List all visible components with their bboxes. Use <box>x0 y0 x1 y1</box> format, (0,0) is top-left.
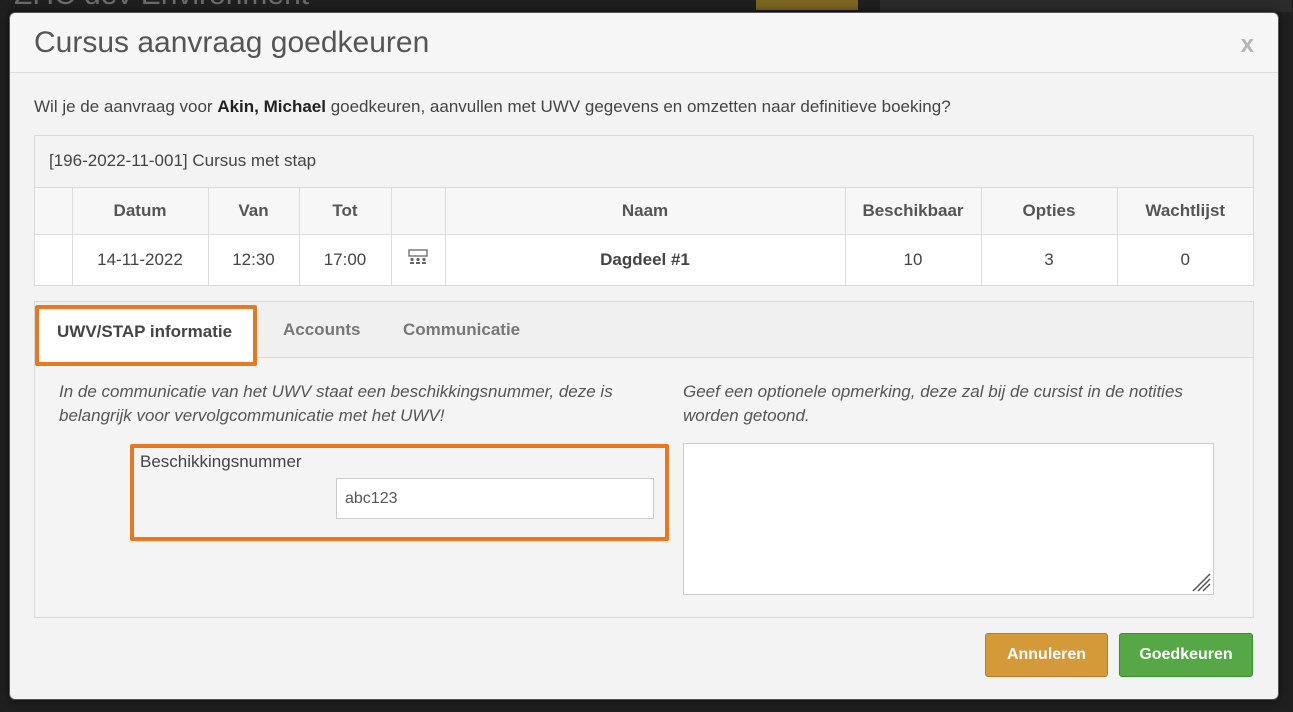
background-badge <box>756 0 858 10</box>
cell-wachtlijst: 0 <box>1117 234 1253 285</box>
column-header-tot: Tot <box>299 188 392 235</box>
remark-textarea[interactable] <box>683 443 1214 595</box>
column-header-van: Van <box>208 188 300 235</box>
cell-naam: Dagdeel #1 <box>445 234 846 285</box>
beschikkingsnummer-label: Beschikkingsnummer <box>140 452 302 471</box>
column-header-datum: Datum <box>72 188 209 235</box>
approve-button[interactable]: Goedkeuren <box>1119 633 1253 677</box>
approve-course-dialog: Cursus aanvraag goedkeuren x Wil je de a… <box>9 12 1279 700</box>
beschikkingsnummer-input[interactable] <box>336 478 654 519</box>
cell-opties: 3 <box>981 234 1118 285</box>
dialog-header: Cursus aanvraag goedkeuren x <box>10 13 1278 73</box>
table-row: 14-11-2022 12:30 17:00 Dagdeel #1 10 3 0 <box>35 234 1253 285</box>
column-header-wachtlijst: Wachtlijst <box>1117 188 1253 235</box>
intro-text-after: goedkeuren, aanvullen met UWV gegevens e… <box>325 97 951 116</box>
sessions-table: Datum Van Tot Naam Beschikbaar Opties Wa… <box>35 188 1253 285</box>
column-header-beschikbaar: Beschikbaar <box>845 188 982 235</box>
table-header-row: Datum Van Tot Naam Beschikbaar Opties Wa… <box>35 188 1253 235</box>
background-app-title: ZHC dev Environment <box>14 0 309 12</box>
tab-communicatie[interactable]: Communicatie <box>403 302 520 358</box>
dialog-title: Cursus aanvraag goedkeuren <box>34 26 430 59</box>
student-name: Akin, Michael <box>217 97 326 116</box>
row-select-cell <box>35 234 73 285</box>
intro-text-before: Wil je de aanvraag voor <box>34 97 218 116</box>
cell-tot: 17:00 <box>299 234 392 285</box>
cell-beschikbaar: 10 <box>845 234 982 285</box>
background-header-bar <box>880 0 1292 12</box>
cell-van: 12:30 <box>208 234 300 285</box>
classroom-icon <box>407 249 429 268</box>
cancel-button[interactable]: Annuleren <box>985 633 1108 677</box>
cell-datum: 14-11-2022 <box>72 234 209 285</box>
column-header <box>35 188 73 235</box>
column-header <box>391 188 446 235</box>
beschikkingsnummer-group: Beschikkingsnummer <box>130 444 669 541</box>
course-heading: [196-2022-11-001] Cursus met stap <box>35 136 1253 188</box>
course-panel: [196-2022-11-001] Cursus met stap Datum … <box>34 135 1254 286</box>
uwv-info-text: In de communicatie van het UWV staat een… <box>59 382 613 425</box>
cell-icon <box>391 234 446 285</box>
remark-info-text: Geef een optionele opmerking, deze zal b… <box>683 382 1183 425</box>
tabs-panel: UWV/STAP informatie Accounts Communicati… <box>34 301 1254 618</box>
column-header-opties: Opties <box>981 188 1118 235</box>
tab-uwv-stap-informatie[interactable]: UWV/STAP informatie <box>35 305 257 366</box>
resize-grip-icon[interactable] <box>1189 570 1211 592</box>
tab-accounts[interactable]: Accounts <box>283 302 360 358</box>
close-button[interactable]: x <box>1241 31 1254 59</box>
column-header-naam: Naam <box>445 188 846 235</box>
intro-text: Wil je de aanvraag voor Akin, Michael go… <box>34 97 951 117</box>
